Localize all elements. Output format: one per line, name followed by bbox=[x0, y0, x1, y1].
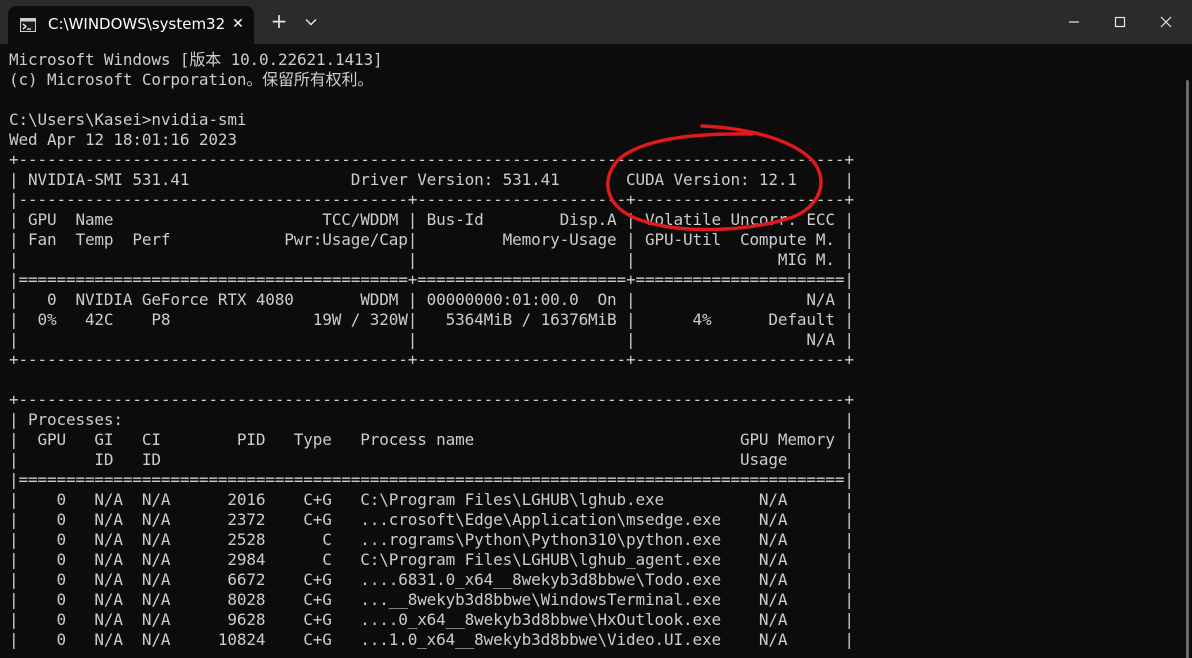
console-text: Microsoft Windows [版本 10.0.22621.1413] (c… bbox=[9, 50, 854, 650]
scrollbar-thumb[interactable] bbox=[1186, 80, 1189, 658]
console-line: | | | N/A | bbox=[9, 330, 854, 349]
console-line: Wed Apr 12 18:01:16 2023 bbox=[9, 130, 237, 149]
close-window-button[interactable] bbox=[1143, 0, 1189, 44]
maximize-button[interactable] bbox=[1097, 0, 1143, 44]
console-line: Microsoft Windows [版本 10.0.22621.1413] bbox=[9, 50, 383, 69]
tab-title: C:\WINDOWS\system32 bbox=[48, 15, 226, 33]
console-line: | Fan Temp Perf Pwr:Usage/Cap| Memory-Us… bbox=[9, 230, 854, 249]
console-line: | 0 N/A N/A 2372 C+G ...crosoft\Edge\App… bbox=[9, 510, 854, 529]
tab-dropdown-button[interactable] bbox=[300, 8, 322, 36]
maximize-icon bbox=[1114, 16, 1126, 28]
console-line: | 0 N/A N/A 8028 C+G ...__8wekyb3d8bbwe\… bbox=[9, 590, 854, 609]
console-line: | 0 N/A N/A 2528 C ...rograms\Python\Pyt… bbox=[9, 530, 854, 549]
console-line: +---------------------------------------… bbox=[9, 350, 854, 369]
scrollbar[interactable] bbox=[1184, 44, 1192, 658]
console-line: | 0 N/A N/A 2016 C+G C:\Program Files\LG… bbox=[9, 490, 854, 509]
console-line: | GPU GI CI PID Type Process name GPU Me… bbox=[9, 430, 854, 449]
console-line: |=======================================… bbox=[9, 470, 854, 489]
console-line: | ID ID Usage | bbox=[9, 450, 854, 469]
title-bar[interactable]: C:\WINDOWS\system32 ✕ + bbox=[0, 0, 1192, 44]
console-line: |=======================================… bbox=[9, 270, 854, 289]
terminal-window: C:\WINDOWS\system32 ✕ + Microsoft Window… bbox=[0, 0, 1192, 658]
console-line: | 0 N/A N/A 2984 C C:\Program Files\LGHU… bbox=[9, 550, 854, 569]
chevron-down-icon bbox=[305, 19, 317, 26]
console-line: (c) Microsoft Corporation。保留所有权利。 bbox=[9, 70, 374, 89]
plus-icon: + bbox=[270, 9, 288, 33]
console-line: C:\Users\Kasei>nvidia-smi bbox=[9, 110, 247, 129]
close-icon bbox=[1160, 16, 1172, 28]
terminal-icon bbox=[20, 18, 36, 32]
console-line: |---------------------------------------… bbox=[9, 190, 854, 209]
terminal-output[interactable]: Microsoft Windows [版本 10.0.22621.1413] (c… bbox=[0, 44, 1192, 658]
console-line: | 0 N/A N/A 9628 C+G ....0_x64__8wekyb3d… bbox=[9, 610, 854, 629]
console-line: | 0 N/A N/A 10824 C+G ...1.0_x64__8wekyb… bbox=[9, 630, 854, 649]
new-tab-button[interactable]: + bbox=[268, 8, 290, 36]
minimize-button[interactable] bbox=[1051, 0, 1097, 44]
console-line: | | | MIG M. | bbox=[9, 250, 854, 269]
console-line: | 0% 42C P8 19W / 320W| 5364MiB / 16376M… bbox=[9, 310, 854, 329]
console-line: | Processes: | bbox=[9, 410, 854, 429]
console-line: +---------------------------------------… bbox=[9, 150, 854, 169]
console-line: | 0 N/A N/A 6672 C+G ....6831.0_x64__8we… bbox=[9, 570, 854, 589]
console-line: | 0 NVIDIA GeForce RTX 4080 WDDM | 00000… bbox=[9, 290, 854, 309]
console-line: +---------------------------------------… bbox=[9, 390, 854, 409]
console-line: | NVIDIA-SMI 531.41 Driver Version: 531.… bbox=[9, 170, 854, 189]
close-icon: ✕ bbox=[232, 16, 244, 32]
console-line: | GPU Name TCC/WDDM | Bus-Id Disp.A | Vo… bbox=[9, 210, 854, 229]
minimize-icon bbox=[1069, 21, 1079, 23]
close-tab-button[interactable]: ✕ bbox=[230, 14, 246, 34]
tab-command-prompt[interactable]: C:\WINDOWS\system32 ✕ bbox=[8, 6, 254, 44]
